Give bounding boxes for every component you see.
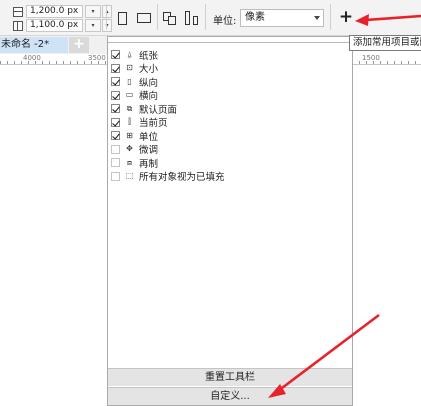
toolbar-divider	[157, 4, 158, 30]
units-label: 单位:	[213, 16, 237, 27]
checkbox[interactable]	[111, 117, 120, 127]
menu-item-default-page[interactable]: ⧉ 默认页面	[111, 102, 225, 116]
menu-item-size[interactable]: ⊡ 大小	[111, 62, 225, 76]
checkbox[interactable]	[111, 77, 120, 87]
toolbar-divider	[106, 4, 107, 30]
menu-item-nudge[interactable]: ✥ 微调	[111, 143, 225, 157]
units-icon: ⊞	[126, 130, 133, 140]
document-tab-bar: 未命名 -2* +	[0, 36, 108, 54]
menu-item-landscape[interactable]: ▭ 横向	[111, 89, 225, 103]
width-row: 1,200.0 px ▾ ▴	[0, 5, 112, 18]
nudge-icon: ✥	[126, 144, 133, 154]
toolbar-divider	[330, 4, 331, 30]
document-tab[interactable]: 未命名 -2*	[0, 37, 68, 53]
width-icon	[13, 6, 23, 17]
menu-item-label: 大小	[139, 64, 159, 76]
menu-item-label: 所有对象视为已填充	[139, 172, 225, 184]
checkbox[interactable]	[111, 171, 120, 181]
tooltip: 添加常用项目或删	[349, 35, 421, 51]
width-unit-spinner[interactable]: ▾	[85, 5, 101, 18]
size-icon: ⊡	[126, 63, 133, 73]
ruler-ticks	[0, 61, 108, 64]
all-pages-icon	[163, 11, 177, 25]
checkbox[interactable]	[111, 158, 120, 168]
current-page-icon: ⫿	[128, 117, 131, 127]
portrait-icon	[117, 11, 127, 25]
horizontal-ruler: 4000 3500	[0, 54, 108, 65]
toolbar-divider	[205, 4, 206, 30]
landscape-icon	[137, 13, 151, 23]
height-icon	[13, 20, 23, 31]
width-input[interactable]: 1,200.0 px	[26, 5, 83, 18]
units-value: 像素	[245, 12, 265, 23]
width-spinner[interactable]: ▴	[102, 5, 112, 18]
horizontal-ruler-right: 1500	[352, 54, 421, 65]
menu-item-duplicate[interactable]: ⧈ 再制	[111, 156, 225, 170]
landscape-icon: ▭	[125, 90, 134, 100]
height-spinner[interactable]: ▾	[102, 19, 112, 32]
menu-item-current-page[interactable]: ⫿ 当前页	[111, 116, 225, 130]
checkbox[interactable]	[111, 90, 120, 100]
menu-item-portrait[interactable]: ▯ 纵向	[111, 75, 225, 89]
customize-dropdown: ⍙ 纸张 ⊡ 大小 ▯ 纵向 ▭ 横向 ⧉ 默认页面 ⫿ 当前页 ⊞ 单位 ✥ …	[107, 36, 353, 406]
treat-filled-icon: ⬚	[125, 171, 134, 181]
portrait-icon: ▯	[127, 76, 132, 86]
landscape-button[interactable]	[135, 9, 153, 27]
duplicate-icon: ⧈	[126, 157, 133, 167]
all-pages-icon: ⧉	[126, 103, 133, 113]
current-page-icon	[185, 11, 199, 25]
checkbox[interactable]	[111, 131, 120, 141]
customize-button[interactable]: 自定义...	[108, 387, 352, 405]
chevron-down-icon	[314, 16, 320, 20]
toolbar-items-list: ⍙ 纸张 ⊡ 大小 ▯ 纵向 ▭ 横向 ⧉ 默认页面 ⫿ 当前页 ⊞ 单位 ✥ …	[111, 48, 225, 183]
height-input[interactable]: 1,100.0 px	[26, 19, 83, 32]
height-unit-spinner[interactable]: ▾	[85, 19, 101, 32]
quick-customize-button[interactable]: +	[338, 9, 354, 27]
dropdown-header	[108, 37, 352, 43]
checkbox[interactable]	[111, 50, 120, 60]
checkbox[interactable]	[111, 63, 120, 73]
menu-item-label: 横向	[139, 91, 159, 103]
all-pages-button[interactable]	[161, 9, 179, 27]
new-tab-button[interactable]: +	[69, 37, 89, 53]
property-bar: 1,200.0 px ▾ ▴ 1,100.0 px ▾ ▾ 单位: 像素 +	[0, 0, 421, 36]
paper-icon: ⍙	[127, 49, 132, 59]
portrait-button[interactable]	[113, 9, 131, 27]
checkbox[interactable]	[111, 144, 120, 154]
current-page-button[interactable]	[183, 9, 201, 27]
menu-item-label: 再制	[139, 158, 159, 170]
ruler-ticks	[352, 61, 421, 64]
height-row: 1,100.0 px ▾ ▾	[0, 19, 112, 32]
menu-item-label: 当前页	[139, 118, 168, 130]
checkbox[interactable]	[111, 104, 120, 114]
menu-item-label: 单位	[139, 131, 159, 143]
units-select[interactable]: 像素	[240, 9, 324, 27]
menu-item-label: 纸张	[139, 50, 159, 62]
menu-item-units[interactable]: ⊞ 单位	[111, 129, 225, 143]
menu-item-treat-filled[interactable]: ⬚ 所有对象视为已填充	[111, 170, 225, 184]
menu-item-label: 纵向	[139, 77, 159, 89]
menu-item-label: 默认页面	[139, 104, 178, 116]
menu-item-label: 微调	[139, 145, 159, 157]
menu-item-paper[interactable]: ⍙ 纸张	[111, 48, 225, 62]
reset-toolbar-button[interactable]: 重置工具栏	[108, 368, 352, 386]
